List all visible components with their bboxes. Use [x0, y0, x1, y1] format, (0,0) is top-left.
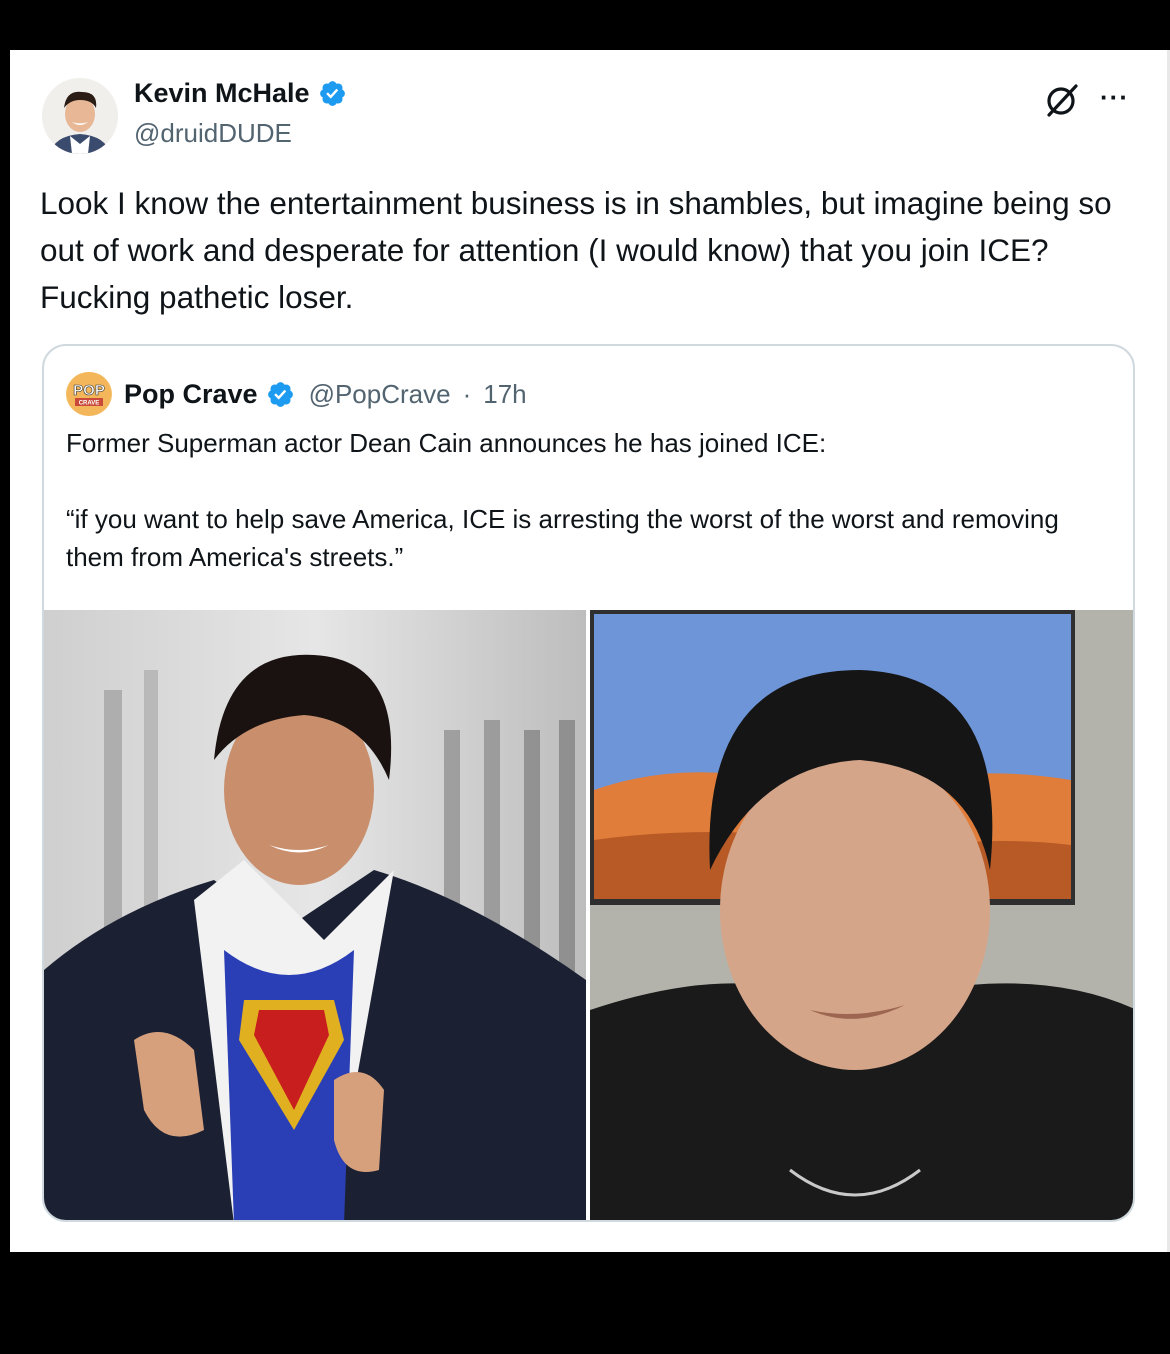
logo-text-top: POP — [73, 382, 105, 399]
quoted-text-line-2: “if you want to help save America, ICE i… — [66, 504, 1059, 572]
quoted-text-line-1: Former Superman actor Dean Cain announce… — [66, 428, 827, 458]
author-handle[interactable]: @druidDUDE — [134, 118, 292, 149]
author-name[interactable]: Kevin McHale — [134, 78, 310, 109]
verified-badge-icon — [266, 380, 295, 409]
more-icon[interactable]: ··· — [1100, 82, 1138, 112]
quoted-author-name[interactable]: Pop Crave — [124, 379, 258, 410]
quoted-tweet[interactable]: POP CRAVE Pop Crave @PopCrave · 17h Form… — [42, 344, 1135, 1222]
tweet-card[interactable]: Kevin McHale @druidDUDE ··· Look I know … — [10, 50, 1170, 1252]
logo-text-bottom: CRAVE — [79, 401, 100, 407]
bottom-bar — [0, 1252, 1170, 1354]
separator-dot: · — [462, 378, 472, 409]
photo-superman[interactable] — [44, 610, 586, 1220]
top-bar — [0, 0, 1170, 50]
grok-icon[interactable] — [1042, 80, 1082, 120]
quoted-tweet-text: Former Superman actor Dean Cain announce… — [66, 424, 1116, 576]
tweet-text: Look I know the entertainment business i… — [40, 185, 1112, 315]
quoted-media-grid — [44, 610, 1133, 1220]
author-name-row: Kevin McHale — [134, 78, 347, 109]
photo-selfie[interactable] — [590, 610, 1133, 1220]
pop-crave-logo[interactable]: POP CRAVE — [66, 372, 112, 416]
quoted-timestamp[interactable]: 17h — [483, 379, 526, 410]
verified-badge-icon — [318, 79, 347, 108]
quoted-author-handle[interactable]: @PopCrave — [309, 379, 451, 410]
author-avatar[interactable] — [42, 78, 118, 154]
quoted-tweet-header: POP CRAVE Pop Crave @PopCrave · 17h — [66, 372, 527, 416]
